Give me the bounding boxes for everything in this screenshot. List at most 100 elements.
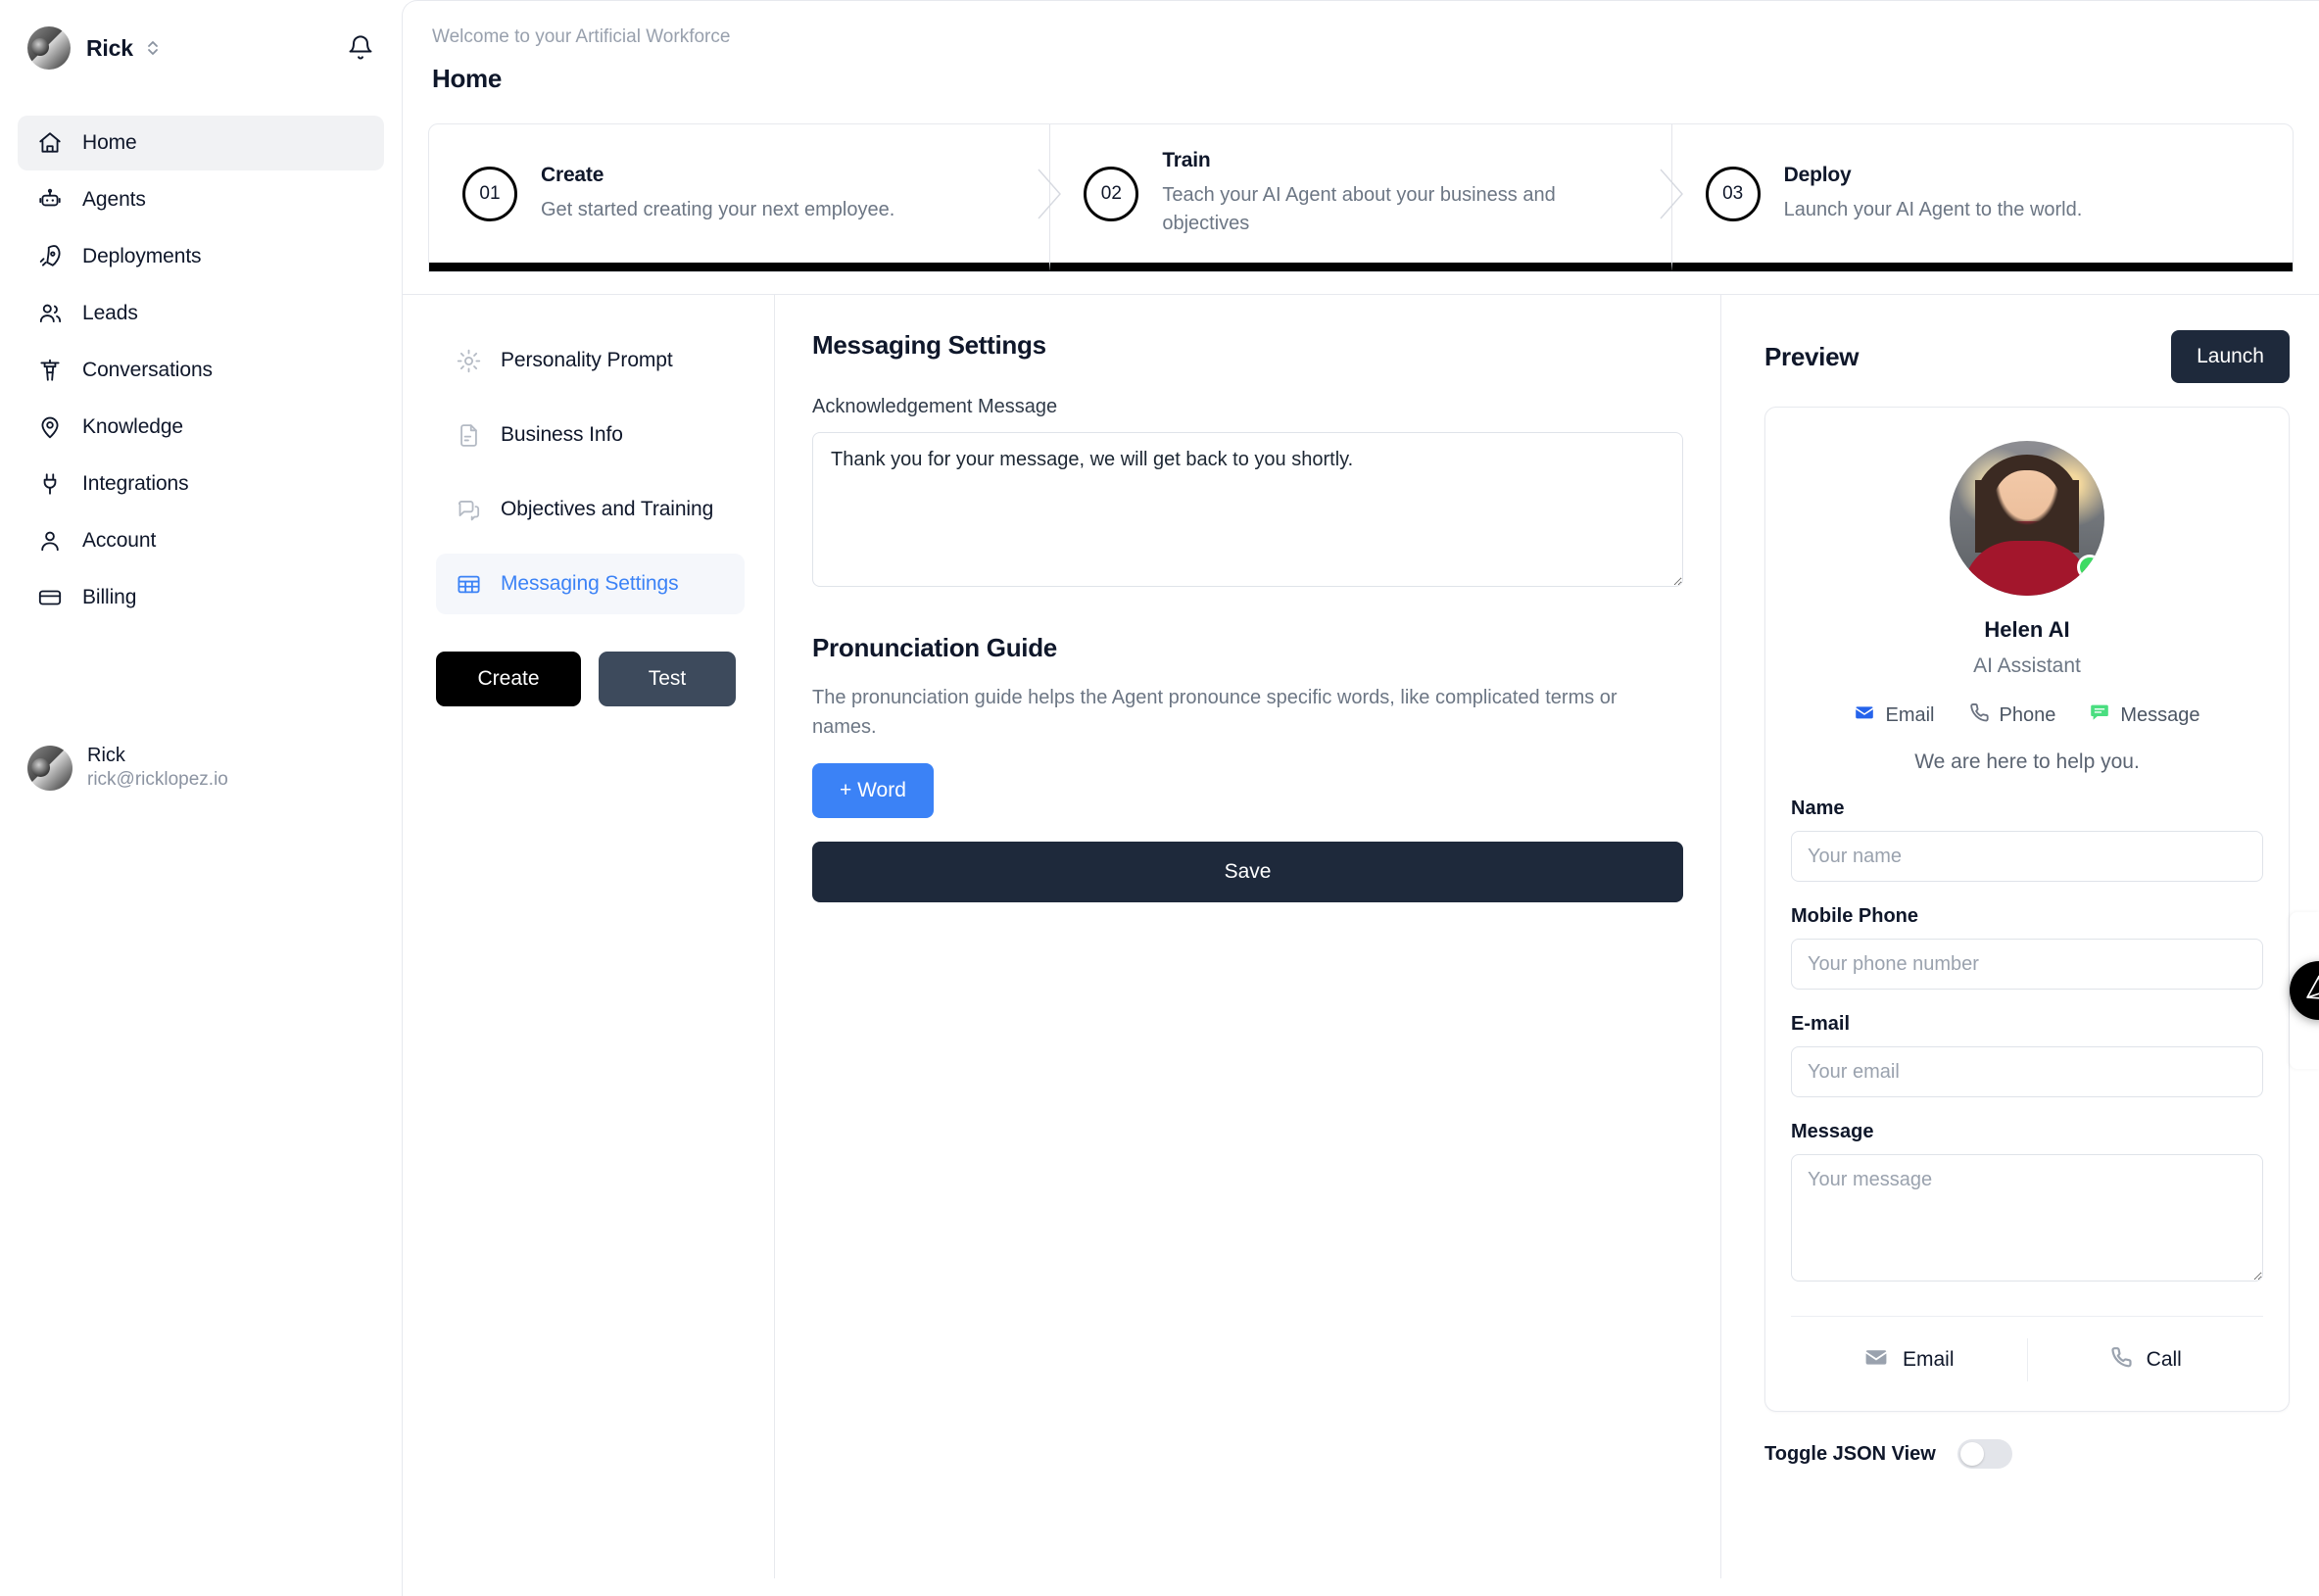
credit-card-icon — [35, 583, 65, 612]
phone-input[interactable] — [1791, 939, 2263, 990]
launch-button[interactable]: Launch — [2171, 330, 2290, 383]
channel-email[interactable]: Email — [1854, 701, 1935, 729]
add-word-button[interactable]: + Word — [812, 763, 934, 818]
sidebar-item-knowledge[interactable]: Knowledge — [18, 400, 384, 455]
envelope-icon — [1863, 1344, 1889, 1376]
sidebar-item-label: Agents — [82, 188, 146, 211]
sidebar-item-label: Leads — [82, 302, 138, 324]
sidebar-item-label: Conversations — [82, 359, 213, 381]
phone-icon — [1968, 701, 1990, 729]
preview-panel: Preview Launch Helen AI AI Assistant Ema… — [1721, 295, 2319, 1578]
sidebar-item-leads[interactable]: Leads — [18, 286, 384, 341]
step-deploy[interactable]: 03 Deploy Launch your AI Agent to the wo… — [1670, 124, 2293, 271]
sidebar-item-integrations[interactable]: Integrations — [18, 457, 384, 511]
agent-avatar — [1950, 441, 2104, 596]
onboarding-stepper: 01 Create Get started creating your next… — [428, 123, 2294, 272]
preview-title: Preview — [1764, 341, 1860, 371]
bell-icon[interactable] — [347, 34, 374, 62]
map-pin-icon — [35, 412, 65, 442]
gear-icon — [454, 348, 483, 374]
field-label-mobile-phone: Mobile Phone — [1791, 905, 1918, 927]
prism-logo-icon — [2302, 972, 2319, 1010]
json-view-row: Toggle JSON View — [1764, 1439, 2290, 1469]
channel-label: Email — [1885, 703, 1935, 726]
home-icon — [35, 128, 65, 158]
step-train[interactable]: 02 Train Teach your AI Agent about your … — [1049, 124, 1683, 271]
envelope-icon — [1854, 701, 1875, 729]
name-input[interactable] — [1791, 831, 2263, 882]
sidebar-item-label: Billing — [82, 586, 137, 608]
tab-personality-prompt[interactable]: Personality Prompt — [436, 330, 745, 391]
phone-icon — [2109, 1345, 2133, 1375]
agent-preview-card: Helen AI AI Assistant Email Phone Messag… — [1764, 407, 2290, 1412]
field-label-email: E-mail — [1791, 1013, 1851, 1035]
tab-label: Messaging Settings — [501, 572, 679, 595]
tab-label: Objectives and Training — [501, 498, 714, 520]
sidebar-item-billing[interactable]: Billing — [18, 570, 384, 625]
email-action-button[interactable]: Email — [1791, 1338, 2027, 1381]
sidebar: Rick Home Agents Deployments Leads Conve… — [0, 0, 402, 1596]
sidebar-item-label: Deployments — [82, 245, 202, 267]
json-toggle-label: Toggle JSON View — [1764, 1442, 1936, 1465]
call-action-button[interactable]: Call — [2026, 1338, 2264, 1381]
create-button[interactable]: Create — [436, 652, 581, 706]
chat-bubbles-icon — [454, 497, 483, 523]
avatar — [27, 745, 72, 791]
control-tower-icon — [35, 356, 65, 385]
sidebar-item-account[interactable]: Account — [18, 513, 384, 568]
avatar — [27, 26, 71, 70]
agent-avatar-wrapper — [1791, 441, 2263, 596]
sidebar-user-email: rick@ricklopez.io — [87, 769, 228, 791]
sidebar-item-agents[interactable]: Agents — [18, 172, 384, 227]
pronunciation-guide-title: Pronunciation Guide — [812, 633, 1057, 662]
sidebar-item-label: Account — [82, 529, 157, 552]
settings-tab-list: Personality Prompt Business Info Objecti… — [403, 295, 775, 1578]
page-title: Home — [432, 64, 503, 93]
acknowledgement-message-input[interactable] — [812, 432, 1683, 587]
tab-business-info[interactable]: Business Info — [436, 405, 745, 465]
chat-bubble-icon — [2089, 701, 2110, 729]
json-view-toggle[interactable] — [1957, 1439, 2012, 1469]
sidebar-item-deployments[interactable]: Deployments — [18, 229, 384, 284]
account-name: Rick — [86, 34, 133, 61]
rocket-icon — [35, 242, 65, 271]
channel-phone[interactable]: Phone — [1968, 701, 2056, 729]
sidebar-item-label: Home — [82, 131, 137, 154]
chevron-up-down-icon[interactable] — [145, 38, 161, 58]
action-label: Email — [1902, 1348, 1955, 1371]
preview-header: Preview Launch — [1764, 330, 2290, 383]
messaging-settings-panel: Messaging Settings Acknowledgement Messa… — [775, 295, 1721, 1578]
sidebar-item-conversations[interactable]: Conversations — [18, 343, 384, 398]
channel-message[interactable]: Message — [2089, 701, 2200, 729]
welcome-text: Welcome to your Artificial Workforce — [432, 26, 731, 47]
step-title: Deploy — [1783, 163, 1852, 186]
agent-role: AI Assistant — [1973, 654, 2081, 677]
tab-objectives-and-training[interactable]: Objectives and Training — [436, 479, 745, 540]
tab-messaging-settings[interactable]: Messaging Settings — [436, 554, 745, 614]
agent-tagline: We are here to help you. — [1914, 750, 2140, 773]
sidebar-user-name: Rick — [87, 745, 125, 767]
robot-icon — [35, 185, 65, 215]
acknowledgement-label: Acknowledgement Message — [812, 396, 1058, 417]
page-header: Welcome to your Artificial Workforce Hom… — [403, 1, 2319, 94]
step-create[interactable]: 01 Create Get started creating your next… — [429, 124, 1062, 271]
sidebar-item-home[interactable]: Home — [18, 116, 384, 170]
sidebar-user-card[interactable]: Rick rick@ricklopez.io — [0, 743, 402, 1596]
field-label-name: Name — [1791, 798, 1845, 819]
field-label-message: Message — [1791, 1121, 1874, 1142]
account-switcher[interactable]: Rick — [0, 0, 402, 71]
save-button[interactable]: Save — [812, 842, 1683, 902]
test-button[interactable]: Test — [599, 652, 736, 706]
sidebar-nav: Home Agents Deployments Leads Conversati… — [0, 116, 402, 625]
sidebar-item-label: Knowledge — [82, 415, 184, 438]
step-description: Launch your AI Agent to the world. — [1783, 198, 2083, 220]
channel-label: Phone — [1999, 703, 2056, 726]
step-number: 02 — [1084, 166, 1139, 221]
pronunciation-guide-help: The pronunciation guide helps the Agent … — [812, 687, 1618, 738]
step-number: 01 — [462, 166, 517, 221]
sidebar-item-label: Integrations — [82, 472, 189, 495]
tab-label: Business Info — [501, 423, 623, 446]
agent-name: Helen AI — [1984, 617, 2070, 642]
email-input[interactable] — [1791, 1046, 2263, 1097]
message-input[interactable] — [1791, 1154, 2263, 1282]
